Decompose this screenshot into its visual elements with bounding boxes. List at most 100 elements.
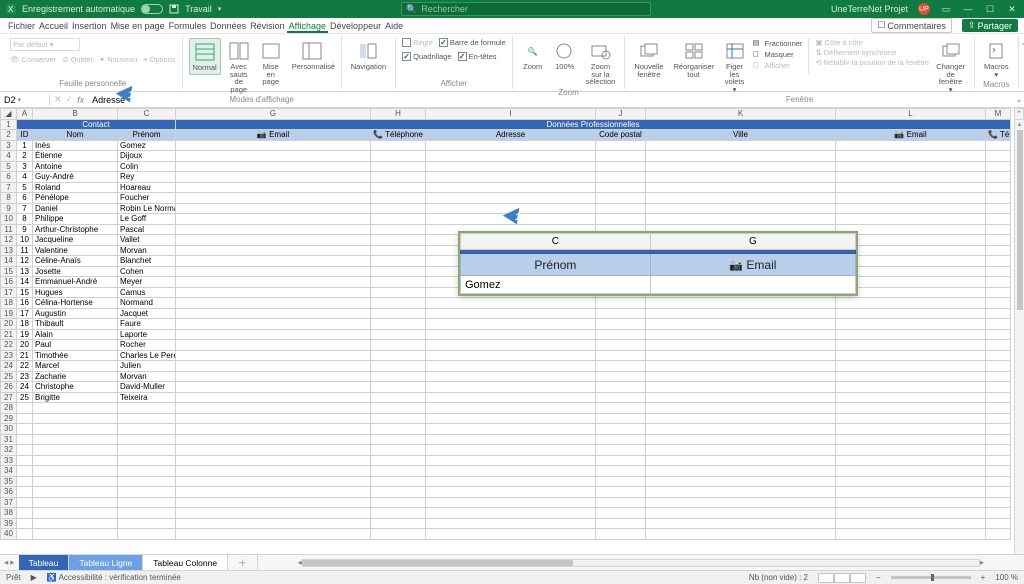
new-window-button[interactable]: Nouvelle fenêtre <box>631 38 666 80</box>
table-row[interactable]: 30 <box>1 424 1011 435</box>
col-header-M[interactable]: M <box>986 109 1011 120</box>
table-row[interactable]: 5 3AntoineColin <box>1 161 1011 172</box>
table-row[interactable]: 21 19AlainLaporte <box>1 329 1011 340</box>
row-header[interactable]: 26 <box>1 382 17 393</box>
switch-window-button[interactable]: Changer de fenêtre ▾ <box>933 38 968 95</box>
row-header[interactable]: 12 <box>1 235 17 246</box>
menu-item-fichier[interactable]: Fichier <box>6 21 37 31</box>
zoom-selection-button[interactable]: Zoom sur la sélection <box>583 38 619 88</box>
hdr-prenom[interactable]: Prénom <box>118 130 176 141</box>
table-row[interactable]: 29 <box>1 413 1011 424</box>
minimize-icon[interactable]: — <box>962 3 974 15</box>
table-row[interactable]: 35 <box>1 476 1011 487</box>
fx-icon[interactable]: fx <box>77 95 84 105</box>
hide-button[interactable]: ◻ Masquer <box>753 49 803 59</box>
enter-formula-icon[interactable]: ✓ <box>66 94 74 105</box>
row-header[interactable]: 27 <box>1 392 17 403</box>
sheet-tab[interactable]: Tableau Ligne <box>69 555 143 570</box>
gridlines-checkbox[interactable]: ✓ <box>402 52 411 61</box>
view-options-button[interactable]: ≡ Options <box>143 55 175 64</box>
row-header[interactable]: 3 <box>1 140 17 151</box>
row-header[interactable]: 37 <box>1 497 17 508</box>
hdr-email[interactable]: 📷 Email <box>176 130 371 141</box>
autosave-toggle[interactable] <box>141 4 163 14</box>
row-header[interactable]: 11 <box>1 224 17 235</box>
table-row[interactable]: 31 <box>1 434 1011 445</box>
row-header[interactable]: 20 <box>1 319 17 330</box>
row-header[interactable]: 7 <box>1 182 17 193</box>
row-header[interactable]: 15 <box>1 266 17 277</box>
merge-contact[interactable]: Contact <box>17 119 176 130</box>
tab-nav-prev-icon[interactable]: ◂ <box>4 557 8 568</box>
collapse-formula-icon[interactable]: ⌃ <box>1014 108 1024 120</box>
table-row[interactable]: 19 17AugustinJacquet <box>1 308 1011 319</box>
row-header[interactable]: 10 <box>1 214 17 225</box>
table-row[interactable]: 40 <box>1 529 1011 540</box>
tab-nav-next-icon[interactable]: ▸ <box>10 557 14 568</box>
row-header[interactable]: 2 <box>1 130 17 141</box>
zoom-button[interactable]: 🔍Zoom <box>519 38 547 73</box>
pagebreak-view-button[interactable]: Avec sauts de page <box>225 38 253 95</box>
table-row[interactable]: 24 22MarcelJulien <box>1 361 1011 372</box>
close-icon[interactable]: ✕ <box>1006 3 1018 15</box>
col-header-K[interactable]: K <box>646 109 836 120</box>
pagelayout-view-button[interactable]: Mise en page <box>257 38 285 88</box>
arrange-all-button[interactable]: Réorganiser tout <box>671 38 717 80</box>
zoom-100-button[interactable]: 100% <box>551 38 579 73</box>
reset-pos-button[interactable]: ⟲ Rétablir la position de la fenêtre <box>815 58 929 67</box>
view-break-icon[interactable] <box>850 573 866 583</box>
row-header[interactable]: 23 <box>1 350 17 361</box>
row-header[interactable]: 22 <box>1 340 17 351</box>
row-header[interactable]: 35 <box>1 476 17 487</box>
menu-item-aide[interactable]: Aide <box>383 21 405 31</box>
col-header-I[interactable]: I <box>426 109 596 120</box>
row-header[interactable]: 25 <box>1 371 17 382</box>
hdr-tel[interactable]: 📞 Téléphone <box>371 130 426 141</box>
row-header[interactable]: 17 <box>1 287 17 298</box>
col-header-B[interactable]: B <box>33 109 118 120</box>
sheet-tab[interactable]: Tableau <box>19 555 70 570</box>
table-row[interactable]: 28 <box>1 403 1011 414</box>
ribbon-mode-icon[interactable]: ▭ <box>940 3 952 15</box>
row-header[interactable]: 16 <box>1 277 17 288</box>
table-row[interactable]: 32 <box>1 445 1011 456</box>
table-row[interactable]: 26 24ChristopheDavid-Muller <box>1 382 1011 393</box>
row-header[interactable]: 36 <box>1 487 17 498</box>
formula-input[interactable]: Adresse 1 <box>88 95 1014 105</box>
hdr-cp[interactable]: Code postal <box>596 130 646 141</box>
row-header[interactable]: 30 <box>1 424 17 435</box>
new-view-button[interactable]: ✦ Nouveau <box>99 55 137 64</box>
share-button[interactable]: ⇪ Partager <box>962 19 1018 32</box>
menu-item-mise-en-page[interactable]: Mise en page <box>109 21 167 31</box>
side-by-side-button[interactable]: ▣ Côte à côte <box>815 38 929 47</box>
table-row[interactable]: 37 <box>1 497 1011 508</box>
merge-pro[interactable]: Données Professionnelles <box>176 119 1011 130</box>
horizontal-scrollbar[interactable]: ◂▸ <box>298 557 984 568</box>
col-header-A[interactable]: A <box>17 109 33 120</box>
table-row[interactable]: 3 1InèsGomez <box>1 140 1011 151</box>
row-header[interactable]: 38 <box>1 508 17 519</box>
menu-item-accueil[interactable]: Accueil <box>37 21 70 31</box>
row-header[interactable]: 1 <box>1 119 17 130</box>
macros-button[interactable]: Macros ▾ <box>981 38 1012 80</box>
row-header[interactable]: 39 <box>1 518 17 529</box>
col-header-H[interactable]: H <box>371 109 426 120</box>
table-row[interactable]: 39 <box>1 518 1011 529</box>
table-row[interactable]: 34 <box>1 466 1011 477</box>
menu-item-données[interactable]: Données <box>208 21 248 31</box>
vertical-scrollbar[interactable]: ▴ <box>1014 120 1024 554</box>
freeze-panes-button[interactable]: Figer les volets ▾ <box>721 38 749 95</box>
comments-button[interactable]: ☐ Commentaires <box>871 18 952 33</box>
table-row[interactable]: 18 16Célina-HortenseNormand <box>1 298 1011 309</box>
table-row[interactable]: 38 <box>1 508 1011 519</box>
row-header[interactable]: 21 <box>1 329 17 340</box>
normal-view-button[interactable]: Normal <box>189 38 221 75</box>
hdr-email2[interactable]: 📷 Email <box>836 130 986 141</box>
quit-button[interactable]: ⊘ Quitter <box>62 55 93 64</box>
row-header[interactable]: 19 <box>1 308 17 319</box>
maximize-icon[interactable]: ☐ <box>984 3 996 15</box>
menu-item-révision[interactable]: Révision <box>248 21 287 31</box>
sync-scroll-button[interactable]: ⇅ Défilement synchrone <box>815 48 929 57</box>
menu-item-affichage[interactable]: Affichage <box>287 21 328 33</box>
table-row[interactable]: 23 21TimothéeCharles Le Perez <box>1 350 1011 361</box>
